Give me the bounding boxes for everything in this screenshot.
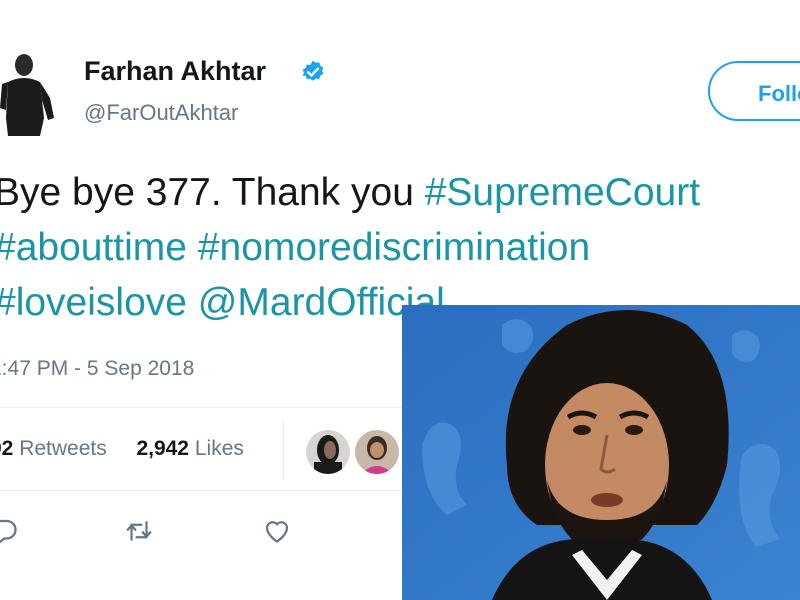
liker-avatar[interactable] — [353, 428, 401, 476]
retweet-label[interactable]: Retweets — [19, 437, 107, 460]
tweet-text-line-3: #loveislove @MardOfficial — [0, 281, 445, 325]
hashtag-link[interactable]: #SupremeCourt — [425, 171, 700, 214]
divider — [283, 420, 284, 480]
follow-button[interactable]: Follow — [708, 61, 800, 121]
like-count[interactable]: 2,942 — [136, 437, 189, 460]
hashtag-link[interactable]: #loveislove — [0, 281, 187, 324]
heart-icon[interactable] — [262, 516, 292, 546]
hashtag-link[interactable]: #nomorediscrimination — [198, 226, 590, 269]
portrait-photo — [402, 305, 800, 600]
verified-badge-icon — [300, 59, 326, 85]
tweet-stats: 92 Retweets 2,942 Likes — [0, 437, 244, 461]
tweet-text-line-2: #abouttime #nomorediscrimination — [0, 226, 590, 270]
tweet-timestamp[interactable]: 1:47 PM - 5 Sep 2018 — [0, 357, 194, 381]
tweet-text-line-1: Bye bye 377. Thank you #SupremeCourt — [0, 171, 700, 215]
tweet-text: Bye bye 377. Thank you — [0, 171, 425, 214]
like-label[interactable]: Likes — [195, 437, 244, 460]
liker-avatar[interactable] — [304, 428, 352, 476]
reply-icon[interactable] — [0, 516, 18, 546]
retweet-icon[interactable] — [124, 516, 154, 546]
author-name[interactable]: Farhan Akhtar — [84, 56, 266, 87]
author-handle[interactable]: @FarOutAkhtar — [84, 100, 238, 126]
retweet-count[interactable]: 92 — [0, 437, 13, 460]
author-avatar[interactable] — [0, 48, 62, 136]
hashtag-link[interactable]: #abouttime — [0, 226, 187, 269]
